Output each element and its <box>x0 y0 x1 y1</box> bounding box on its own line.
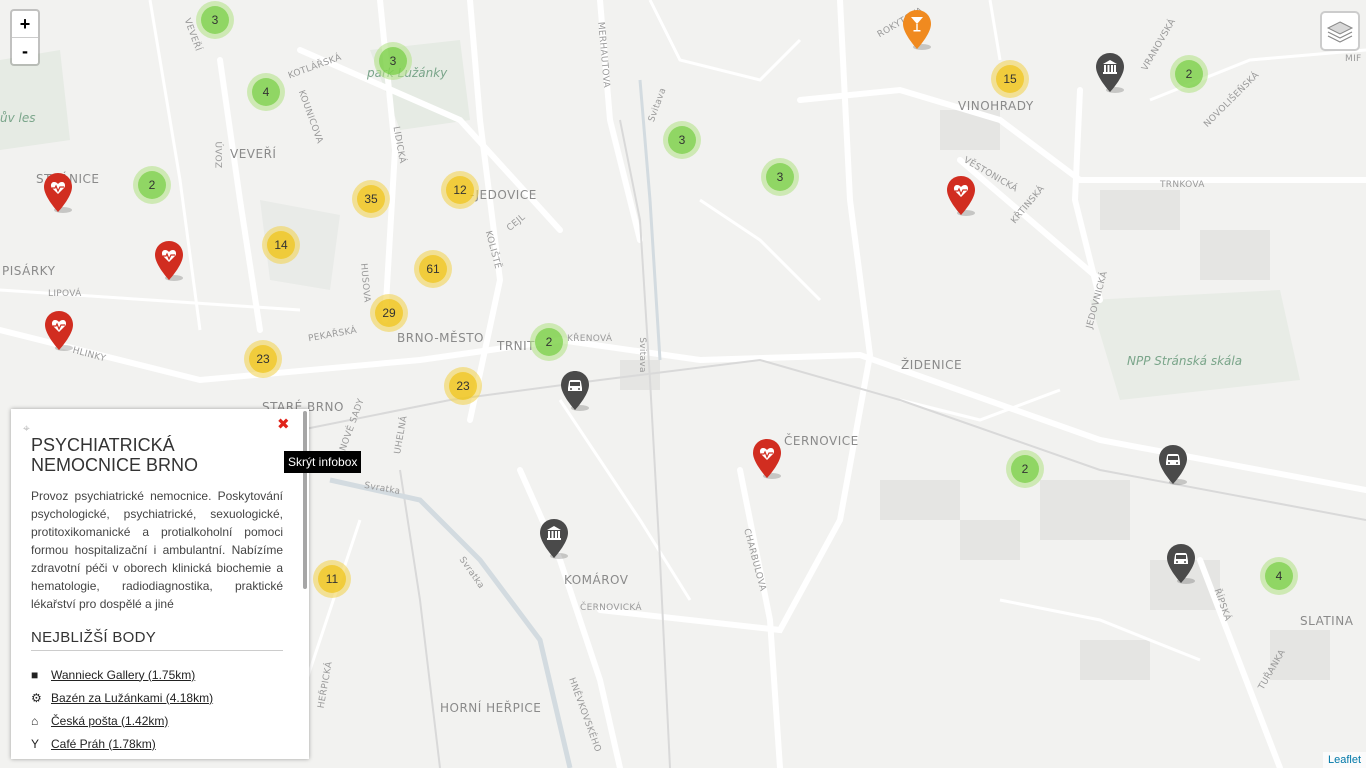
marker-cluster[interactable]: 61 <box>414 250 452 288</box>
video-camera-icon: ■ <box>31 667 39 682</box>
cluster-count: 3 <box>201 6 229 34</box>
street-label: MIF <box>1345 54 1362 64</box>
nearest-item: ⚙ Bazén za Lužánkami (4.18km) <box>31 686 283 709</box>
infobox-title: PSYCHIATRICKÁ NEMOCNICE BRNO <box>31 435 199 475</box>
marker-cluster[interactable]: 2 <box>1170 55 1208 93</box>
zoom-out-button[interactable]: - <box>12 37 38 64</box>
cluster-count: 15 <box>996 65 1024 93</box>
district-label-zidenice: ŽIDENICE <box>901 358 963 372</box>
marker-cluster[interactable]: 2 <box>530 323 568 361</box>
marker-cluster[interactable]: 3 <box>374 42 412 80</box>
hospital-marker-icon[interactable] <box>44 310 74 352</box>
district-label-slatina: SLATINA <box>1300 614 1354 628</box>
hospital-marker-icon[interactable] <box>752 438 782 480</box>
cocktail-marker-icon[interactable] <box>902 9 932 51</box>
close-infobox-button[interactable]: ✖ <box>277 415 290 433</box>
cluster-count: 12 <box>446 176 474 204</box>
cluster-count: 23 <box>449 372 477 400</box>
hospital-marker-icon[interactable] <box>946 175 976 217</box>
nearest-link[interactable]: Café Práh (1.78km) <box>51 737 156 751</box>
layers-icon <box>1326 21 1354 43</box>
park-label-stranska-skala: NPP Stránská skála <box>1127 354 1243 368</box>
street-label: KŘENOVÁ <box>567 334 613 344</box>
marker-cluster[interactable]: 15 <box>991 60 1029 98</box>
cluster-count: 23 <box>249 345 277 373</box>
nearest-link[interactable]: Bazén za Lužánkami (4.18km) <box>51 691 213 705</box>
nearest-item: Y Café Práh (1.78km) <box>31 732 283 755</box>
museum-marker-icon[interactable] <box>1095 52 1125 94</box>
nearest-link[interactable]: Česká pošta (1.42km) <box>51 714 168 728</box>
nearest-list: ■ Wannieck Gallery (1.75km) ⚙ Bazén za L… <box>31 663 283 755</box>
district-label-horni-herspice: HORNÍ HEŘPICE <box>440 701 542 715</box>
attribution-link[interactable]: Leaflet <box>1322 752 1366 768</box>
nearest-item: ■ Wannieck Gallery (1.75km) <box>31 663 283 686</box>
street-label: TRNKOVA <box>1160 180 1205 190</box>
street-label: ÚVOZ <box>212 141 223 169</box>
marker-cluster[interactable]: 29 <box>370 294 408 332</box>
street-label: Svitava <box>636 337 647 373</box>
marker-cluster[interactable]: 2 <box>133 166 171 204</box>
cluster-count: 2 <box>1011 455 1039 483</box>
cluster-count: 35 <box>357 185 385 213</box>
district-label-cernovice: ČERNOVICE <box>784 434 859 448</box>
district-label-komarov: KOMÁROV <box>564 573 629 587</box>
district-label-brno-mesto: BRNO-MĚSTO <box>397 331 484 345</box>
car-marker-icon[interactable] <box>1158 444 1188 486</box>
marker-cluster[interactable]: 11 <box>313 560 351 598</box>
street-label: LIPOVÁ <box>48 289 82 299</box>
car-marker-icon[interactable] <box>1166 543 1196 585</box>
marker-cluster[interactable]: 3 <box>761 158 799 196</box>
nearest-item: ⌂ Česká pošta (1.42km) <box>31 709 283 732</box>
zoom-control: + - <box>10 9 40 66</box>
cluster-count: 3 <box>379 47 407 75</box>
cluster-count: 3 <box>668 126 696 154</box>
marker-cluster[interactable]: 23 <box>444 367 482 405</box>
infobox-scrollbar[interactable] <box>303 411 307 589</box>
park-label-forest: ův les <box>0 111 36 125</box>
nearest-link[interactable]: Wannieck Gallery (1.75km) <box>51 668 195 682</box>
marker-cluster[interactable]: 4 <box>247 73 285 111</box>
museum-marker-icon[interactable] <box>539 518 569 560</box>
marker-cluster[interactable]: 2 <box>1006 450 1044 488</box>
infobox-panel: ⌖ PSYCHIATRICKÁ NEMOCNICE BRNO Provoz ps… <box>11 409 309 759</box>
cluster-count: 4 <box>1265 562 1293 590</box>
car-marker-icon[interactable] <box>560 370 590 412</box>
cluster-count: 4 <box>252 78 280 106</box>
layers-button[interactable] <box>1320 11 1360 51</box>
marker-cluster[interactable]: 35 <box>352 180 390 218</box>
hospital-marker-icon[interactable] <box>154 240 184 282</box>
marker-cluster[interactable]: 12 <box>441 171 479 209</box>
cluster-count: 2 <box>1175 60 1203 88</box>
cluster-count: 61 <box>419 255 447 283</box>
district-label-pisarky: PISÁRKY <box>2 264 56 278</box>
cluster-count: 14 <box>267 231 295 259</box>
cocktail-icon: Y <box>31 736 40 751</box>
hospital-marker-icon[interactable] <box>43 172 73 214</box>
close-tooltip: Skrýt infobox <box>284 451 362 473</box>
nearest-heading: NEJBLIŽŠÍ BODY <box>31 629 283 651</box>
museum-icon: ⌂ <box>31 713 39 728</box>
cluster-count: 11 <box>318 565 346 593</box>
cluster-count: 3 <box>766 163 794 191</box>
infobox-content: ⌖ PSYCHIATRICKÁ NEMOCNICE BRNO Provoz ps… <box>11 409 303 759</box>
gear-icon: ⚙ <box>31 690 42 705</box>
marker-cluster[interactable]: 14 <box>262 226 300 264</box>
street-label: ČERNOVICKÁ <box>580 603 642 613</box>
marker-cluster[interactable]: 3 <box>663 121 701 159</box>
cluster-count: 2 <box>138 171 166 199</box>
cluster-count: 29 <box>375 299 403 327</box>
marker-cluster[interactable]: 3 <box>196 1 234 39</box>
district-label-jedovice: -JEDOVICE <box>470 188 537 202</box>
district-label-veveri: VEVEŘÍ <box>230 147 277 161</box>
marker-cluster[interactable]: 4 <box>1260 557 1298 595</box>
marker-cluster[interactable]: 23 <box>244 340 282 378</box>
infobox-description: Provoz psychiatrické nemocnice. Poskytov… <box>31 489 283 611</box>
cluster-count: 2 <box>535 328 563 356</box>
district-label-vinohrady: VINOHRADY <box>958 99 1034 113</box>
zoom-in-button[interactable]: + <box>12 11 38 37</box>
location-icon[interactable]: ⌖ <box>23 421 283 435</box>
